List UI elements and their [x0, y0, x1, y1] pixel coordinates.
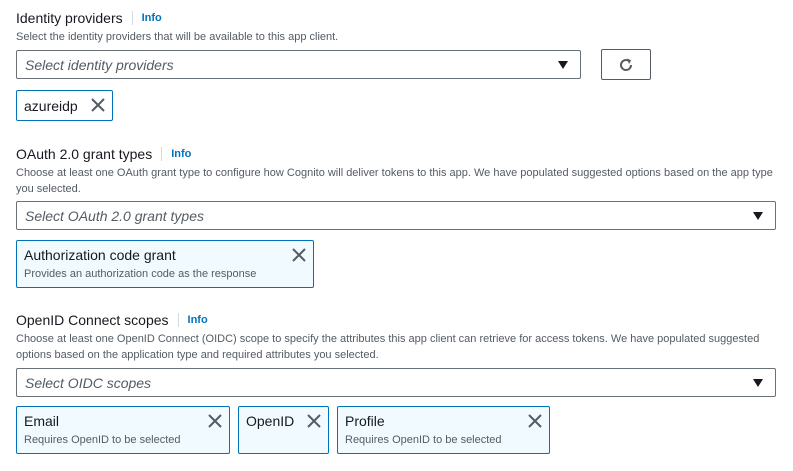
token-label: Profile	[345, 413, 385, 429]
token-description: Requires OpenID to be selected	[24, 434, 181, 446]
refresh-button[interactable]	[601, 49, 651, 80]
identity-providers-description: Select the identity providers that will …	[16, 31, 339, 43]
oauth-grant-types-label: OAuth 2.0 grant types	[16, 146, 153, 162]
close-icon[interactable]	[528, 414, 542, 428]
oidc-scopes-info-link[interactable]: Info	[177, 313, 208, 327]
close-icon[interactable]	[91, 98, 105, 112]
token-label: Email	[24, 413, 60, 429]
oauth-grant-types-select[interactable]: Select OAuth 2.0 grant types	[16, 201, 776, 230]
identity-providers-info-link[interactable]: Info	[131, 11, 162, 25]
refresh-icon	[620, 58, 633, 71]
identity-providers-section: Identity providers Info Select the ident…	[16, 8, 777, 45]
token-label: Authorization code grant	[24, 247, 176, 263]
oauth-grant-types-placeholder: Select OAuth 2.0 grant types	[25, 207, 204, 224]
token-description: Provides an authorization code as the re…	[24, 268, 257, 280]
token-authorization-code-grant: Authorization code grant Provides an aut…	[16, 240, 314, 288]
oauth-grant-types-info-link[interactable]: Info	[161, 147, 191, 161]
oidc-scopes-select[interactable]: Select OIDC scopes	[16, 368, 776, 397]
caret-down-icon	[753, 379, 763, 387]
oidc-scopes-section: OpenID Connect scopes Info Choose at lea…	[16, 310, 777, 363]
token-openid: OpenID	[238, 406, 329, 454]
oauth-grant-types-description: Choose at least one OAuth grant type to …	[16, 167, 773, 195]
token-description: Requires OpenID to be selected	[345, 434, 502, 446]
close-icon[interactable]	[208, 414, 222, 428]
token-azureidp: azureidp	[16, 90, 113, 121]
caret-down-icon	[753, 212, 763, 220]
identity-providers-label: Identity providers	[16, 10, 123, 26]
token-email: Email Requires OpenID to be selected	[16, 406, 230, 454]
caret-down-icon	[558, 61, 568, 69]
token-profile: Profile Requires OpenID to be selected	[337, 406, 550, 454]
oidc-scopes-label: OpenID Connect scopes	[16, 312, 169, 328]
close-icon[interactable]	[292, 248, 306, 262]
oauth-grant-types-section: OAuth 2.0 grant types Info Choose at lea…	[16, 144, 777, 197]
identity-providers-select[interactable]: Select identity providers	[16, 50, 581, 79]
oidc-scopes-placeholder: Select OIDC scopes	[25, 374, 152, 391]
close-icon[interactable]	[307, 414, 321, 428]
oidc-scopes-description: Choose at least one OpenID Connect (OIDC…	[16, 333, 760, 361]
identity-providers-placeholder: Select identity providers	[25, 56, 174, 73]
